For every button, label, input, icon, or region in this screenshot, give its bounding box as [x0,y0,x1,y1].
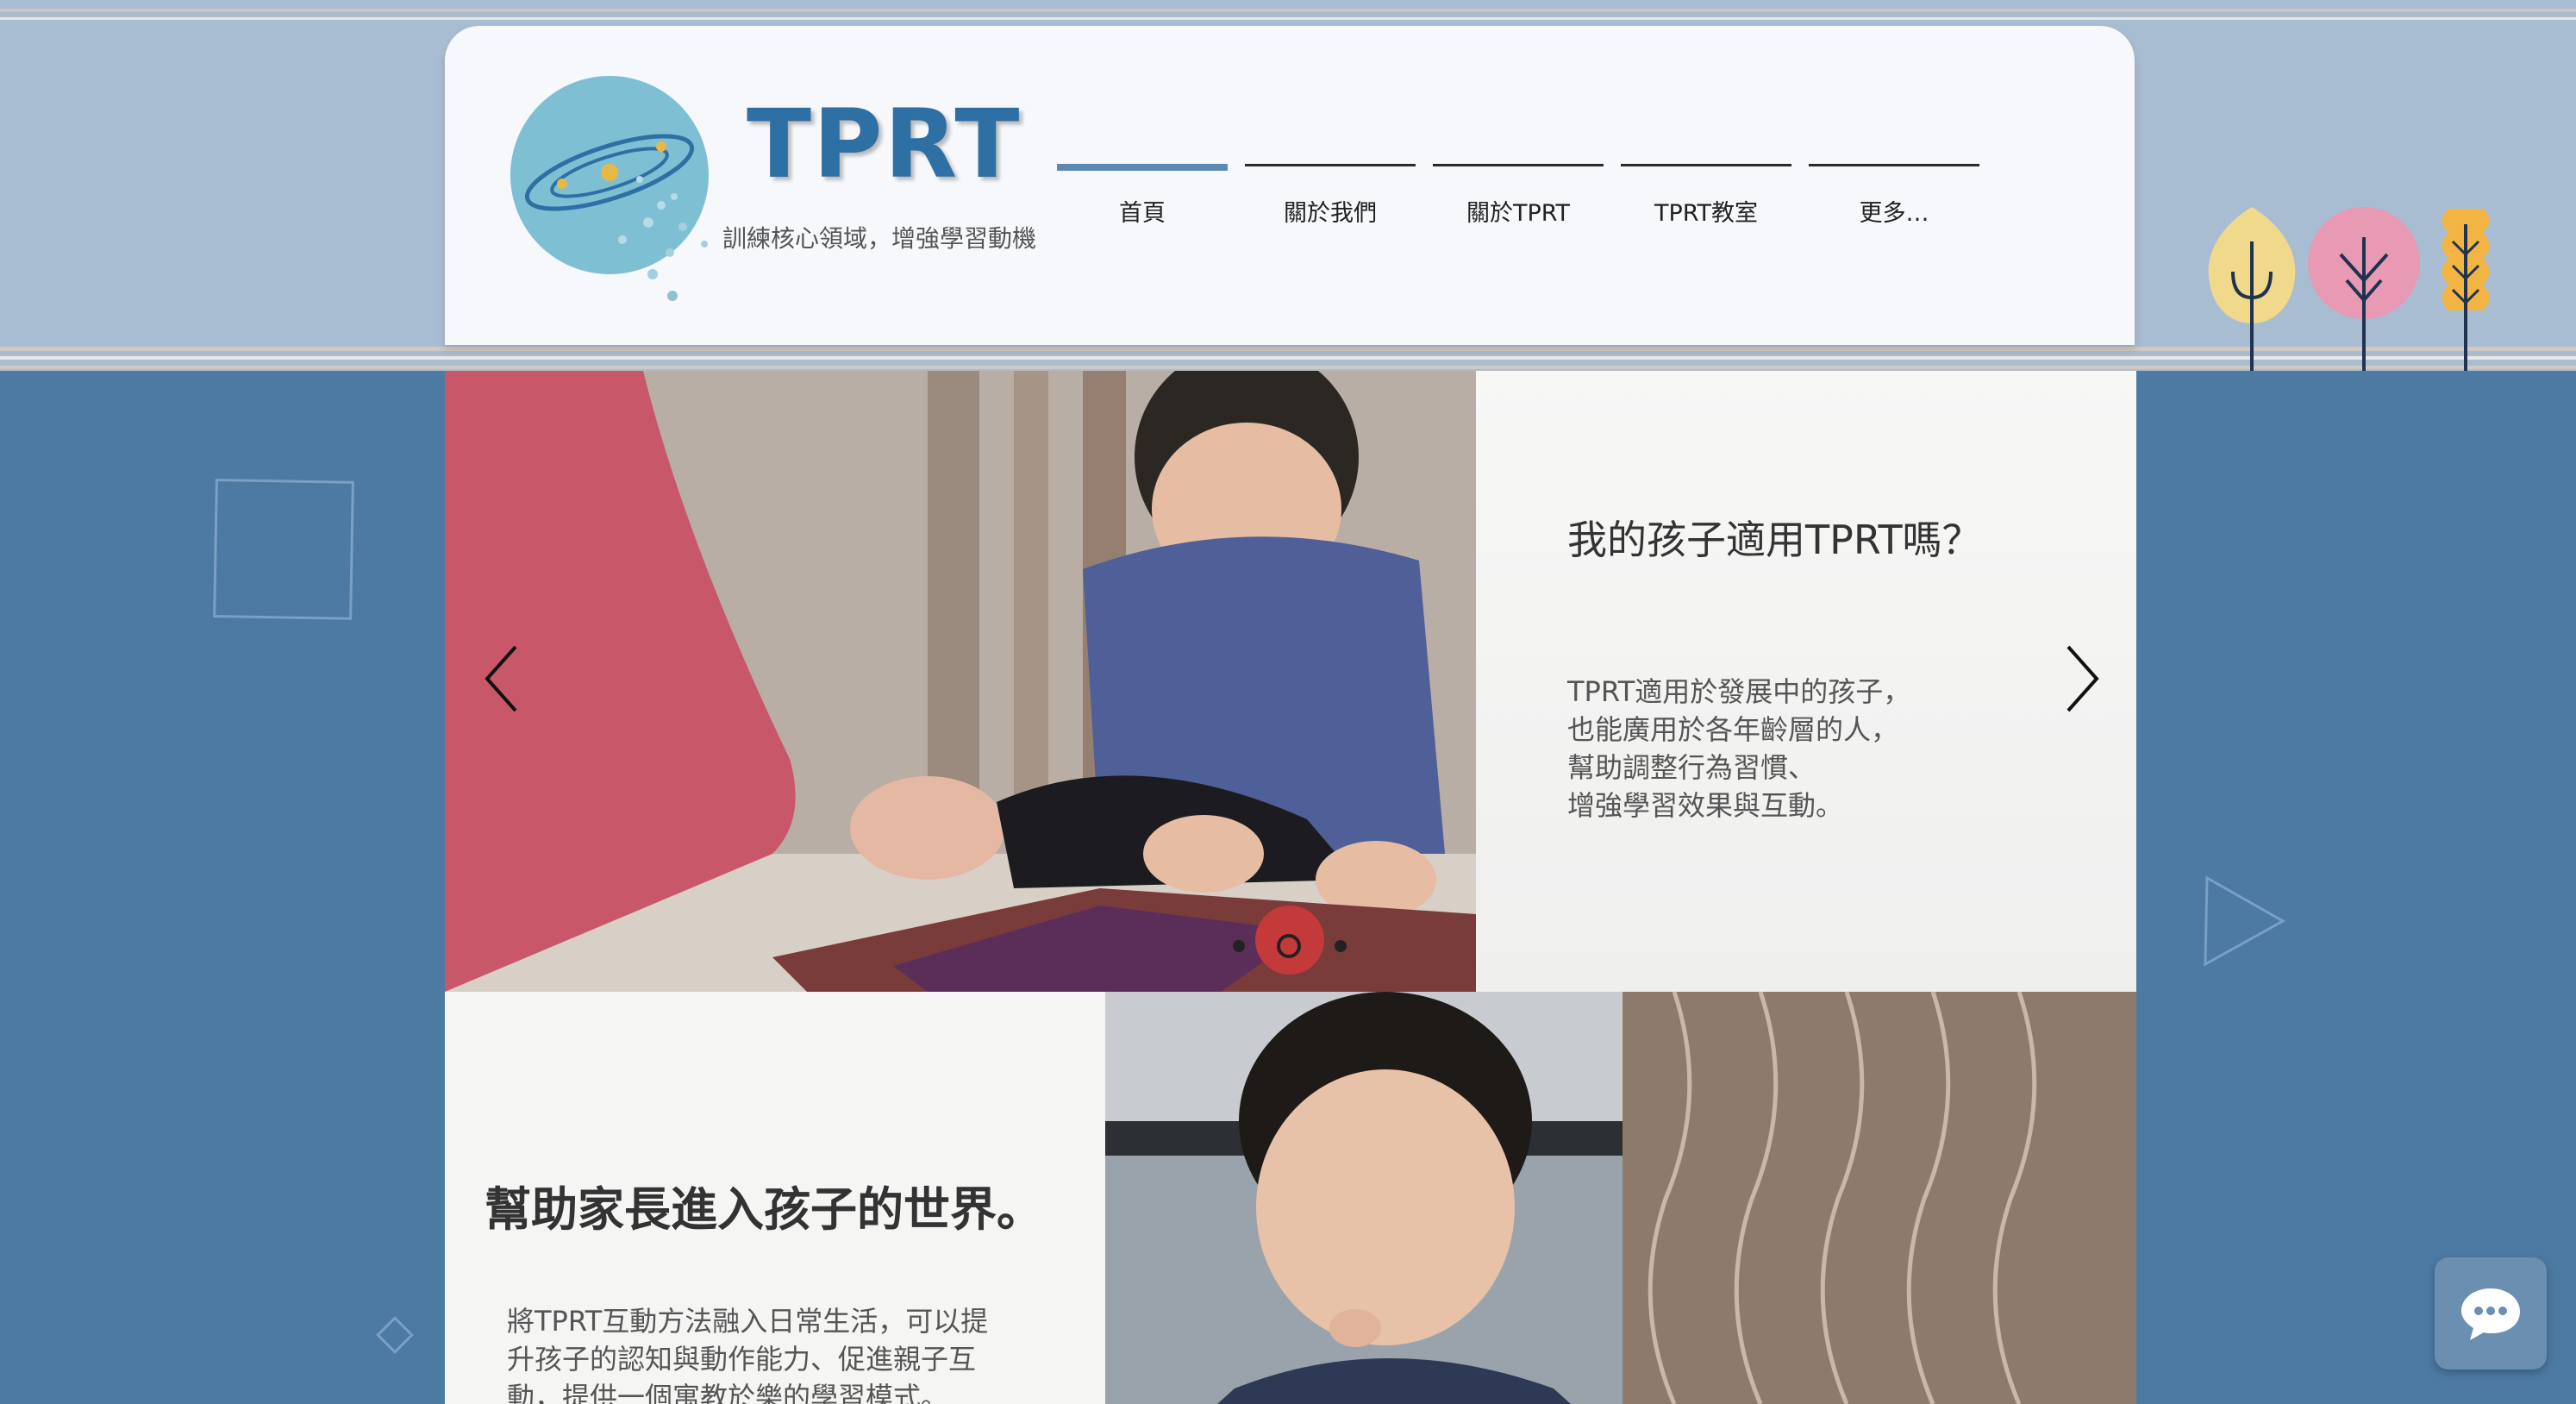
nav-item-label: TPRT教室 [1654,200,1759,227]
slide-dot-2[interactable] [1277,934,1301,958]
slide-title: 我的孩子適用TPRT嗎？ [1567,517,1982,563]
chat-bubble-icon [2461,1288,2520,1340]
nav-item-more[interactable]: 更多… [1809,164,1979,233]
top-stripe [0,17,2576,20]
brand-logo-text[interactable]: TPRT [747,97,1019,191]
chevron-right-icon [2066,645,2099,712]
nav-item-label: 更多… [1859,200,1929,227]
slide-prev-button[interactable] [477,640,528,718]
section-photo-child [1105,992,2136,1404]
section-body-line: 將TPRT互動方法融入日常生活，可以提 [507,1305,989,1338]
section-body-line: 升孩子的認知與動作能力、促進親子互 [507,1343,977,1376]
slide-dot-3[interactable] [1335,940,1347,952]
nav-item-label: 關於TPRT [1466,200,1571,227]
square-outline-icon [207,473,362,631]
slide-pagination [1224,931,1354,958]
nav-item-label: 首頁 [1119,200,1166,227]
divider-stripe [0,366,2576,369]
slide-body: TPRT適用於發展中的孩子， 也能廣用於各年齡層的人， 幫助調整行為習慣、 增強… [1567,673,2016,824]
nav-item-about-tprt[interactable]: 關於TPRT [1433,164,1604,233]
divider-stripe [0,347,2576,351]
nav-item-label: 關於我們 [1284,200,1377,227]
nav-item-classroom[interactable]: TPRT教室 [1621,164,1791,233]
logo-galaxy-icon[interactable] [510,76,709,301]
slide-body-line: TPRT適用於發展中的孩子， [1567,675,1911,708]
slide-body-line: 增強學習效果與互動。 [1567,789,1844,822]
brand-tagline: 訓練核心領域，增強學習動機 [722,224,1037,253]
slide-dot-1[interactable] [1233,940,1245,952]
section-body: 將TPRT互動方法融入日常生活，可以提 升孩子的認知與動作能力、促進親子互 動，… [507,1302,1024,1404]
divider-stripe [0,356,2576,360]
nav-item-about-us[interactable]: 關於我們 [1245,164,1416,233]
slide-next-button[interactable] [2055,640,2107,718]
decorative-trees-icon [2198,198,2543,374]
slide-body-line: 也能廣用於各年齡層的人， [1567,713,1899,746]
slide-photo-puzzle [445,371,1476,992]
diamond-outline-icon [369,1309,421,1364]
section-body-line: 動，提供一個寓教於樂的學習模式。 [507,1381,949,1404]
top-stripe [0,9,2576,12]
triangle-outline-icon [2197,869,2292,976]
slide-body-line: 幫助調整行為習慣、 [1567,751,1816,784]
section-title: 幫助家長進入孩子的世界。 [485,1182,1043,1237]
chat-button[interactable] [2435,1257,2547,1370]
main-nav: 首頁 關於我們 關於TPRT TPRT教室 更多… [1057,164,1981,233]
nav-item-home[interactable]: 首頁 [1057,164,1228,233]
chevron-left-icon [485,645,517,712]
